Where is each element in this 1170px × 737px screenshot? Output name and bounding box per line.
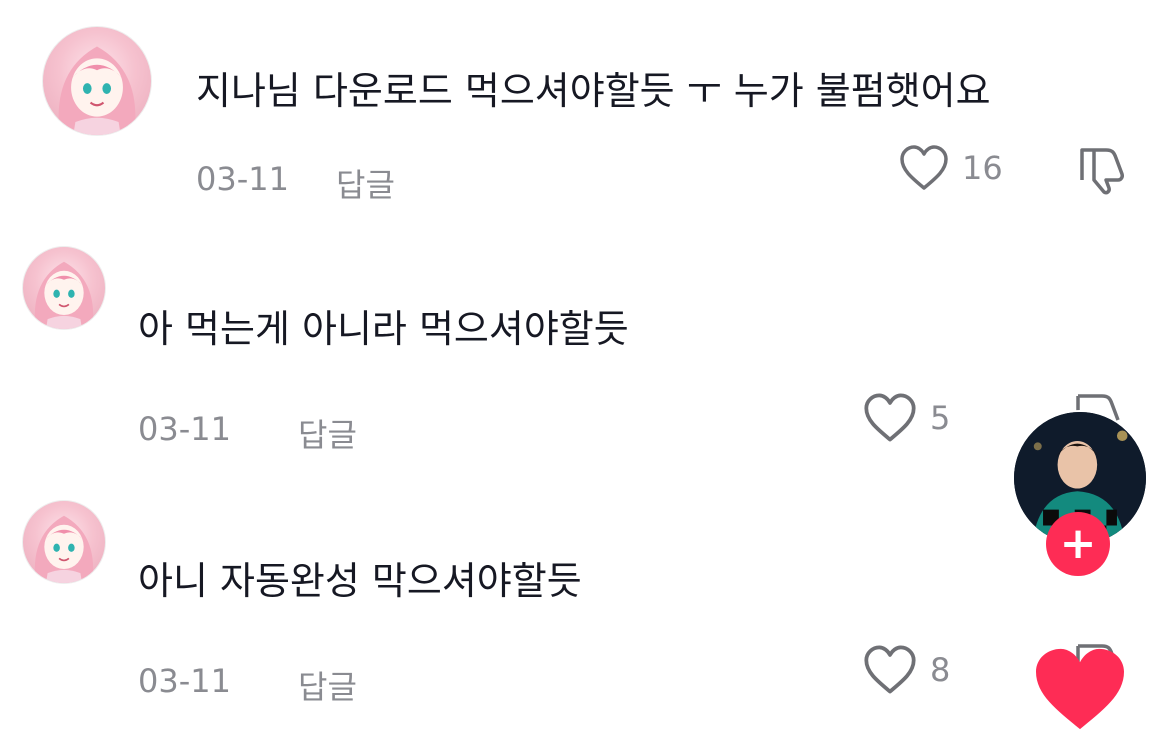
comment-date: 03-11 [138, 662, 231, 700]
commenter-avatar[interactable] [22, 500, 106, 584]
reply-button[interactable]: 답글 [298, 410, 357, 456]
comment-text: 지나님 다운로드 먹으셔야할듯 ㅜ 누가 불펌햇어요 [196, 69, 991, 113]
commenter-avatar[interactable] [42, 26, 152, 136]
like-button[interactable]: 8 [862, 644, 950, 696]
reply-button[interactable]: 답글 [336, 160, 395, 206]
heart-outline-icon [864, 645, 916, 694]
plus-icon: + [1059, 518, 1097, 569]
like-button[interactable]: 16 [898, 144, 1003, 192]
comment-date: 03-11 [138, 410, 231, 448]
comment-text: 아니 자동완성 막으셔야할듯 [138, 559, 582, 603]
dislike-button[interactable] [1076, 144, 1128, 200]
like-count: 16 [962, 149, 1003, 187]
anime-avatar-image [58, 46, 136, 135]
heart-outline-icon [900, 145, 948, 190]
anime-avatar-image [34, 261, 94, 329]
commenter-avatar[interactable] [22, 246, 106, 330]
like-button[interactable]: 5 [862, 392, 950, 444]
comment-date: 03-11 [196, 160, 289, 198]
video-like-button[interactable] [1030, 645, 1130, 737]
heart-filled-icon [1036, 648, 1124, 730]
comment-text: 아 먹는게 아니라 먹으셔야할듯 [138, 307, 629, 351]
reply-button[interactable]: 답글 [298, 662, 357, 708]
like-count: 8 [930, 651, 951, 689]
anime-avatar-image [34, 515, 94, 583]
like-count: 5 [930, 399, 951, 437]
follow-button[interactable]: + [1046, 512, 1110, 576]
heart-outline-icon [864, 393, 916, 442]
thumbs-down-icon [1080, 148, 1124, 195]
